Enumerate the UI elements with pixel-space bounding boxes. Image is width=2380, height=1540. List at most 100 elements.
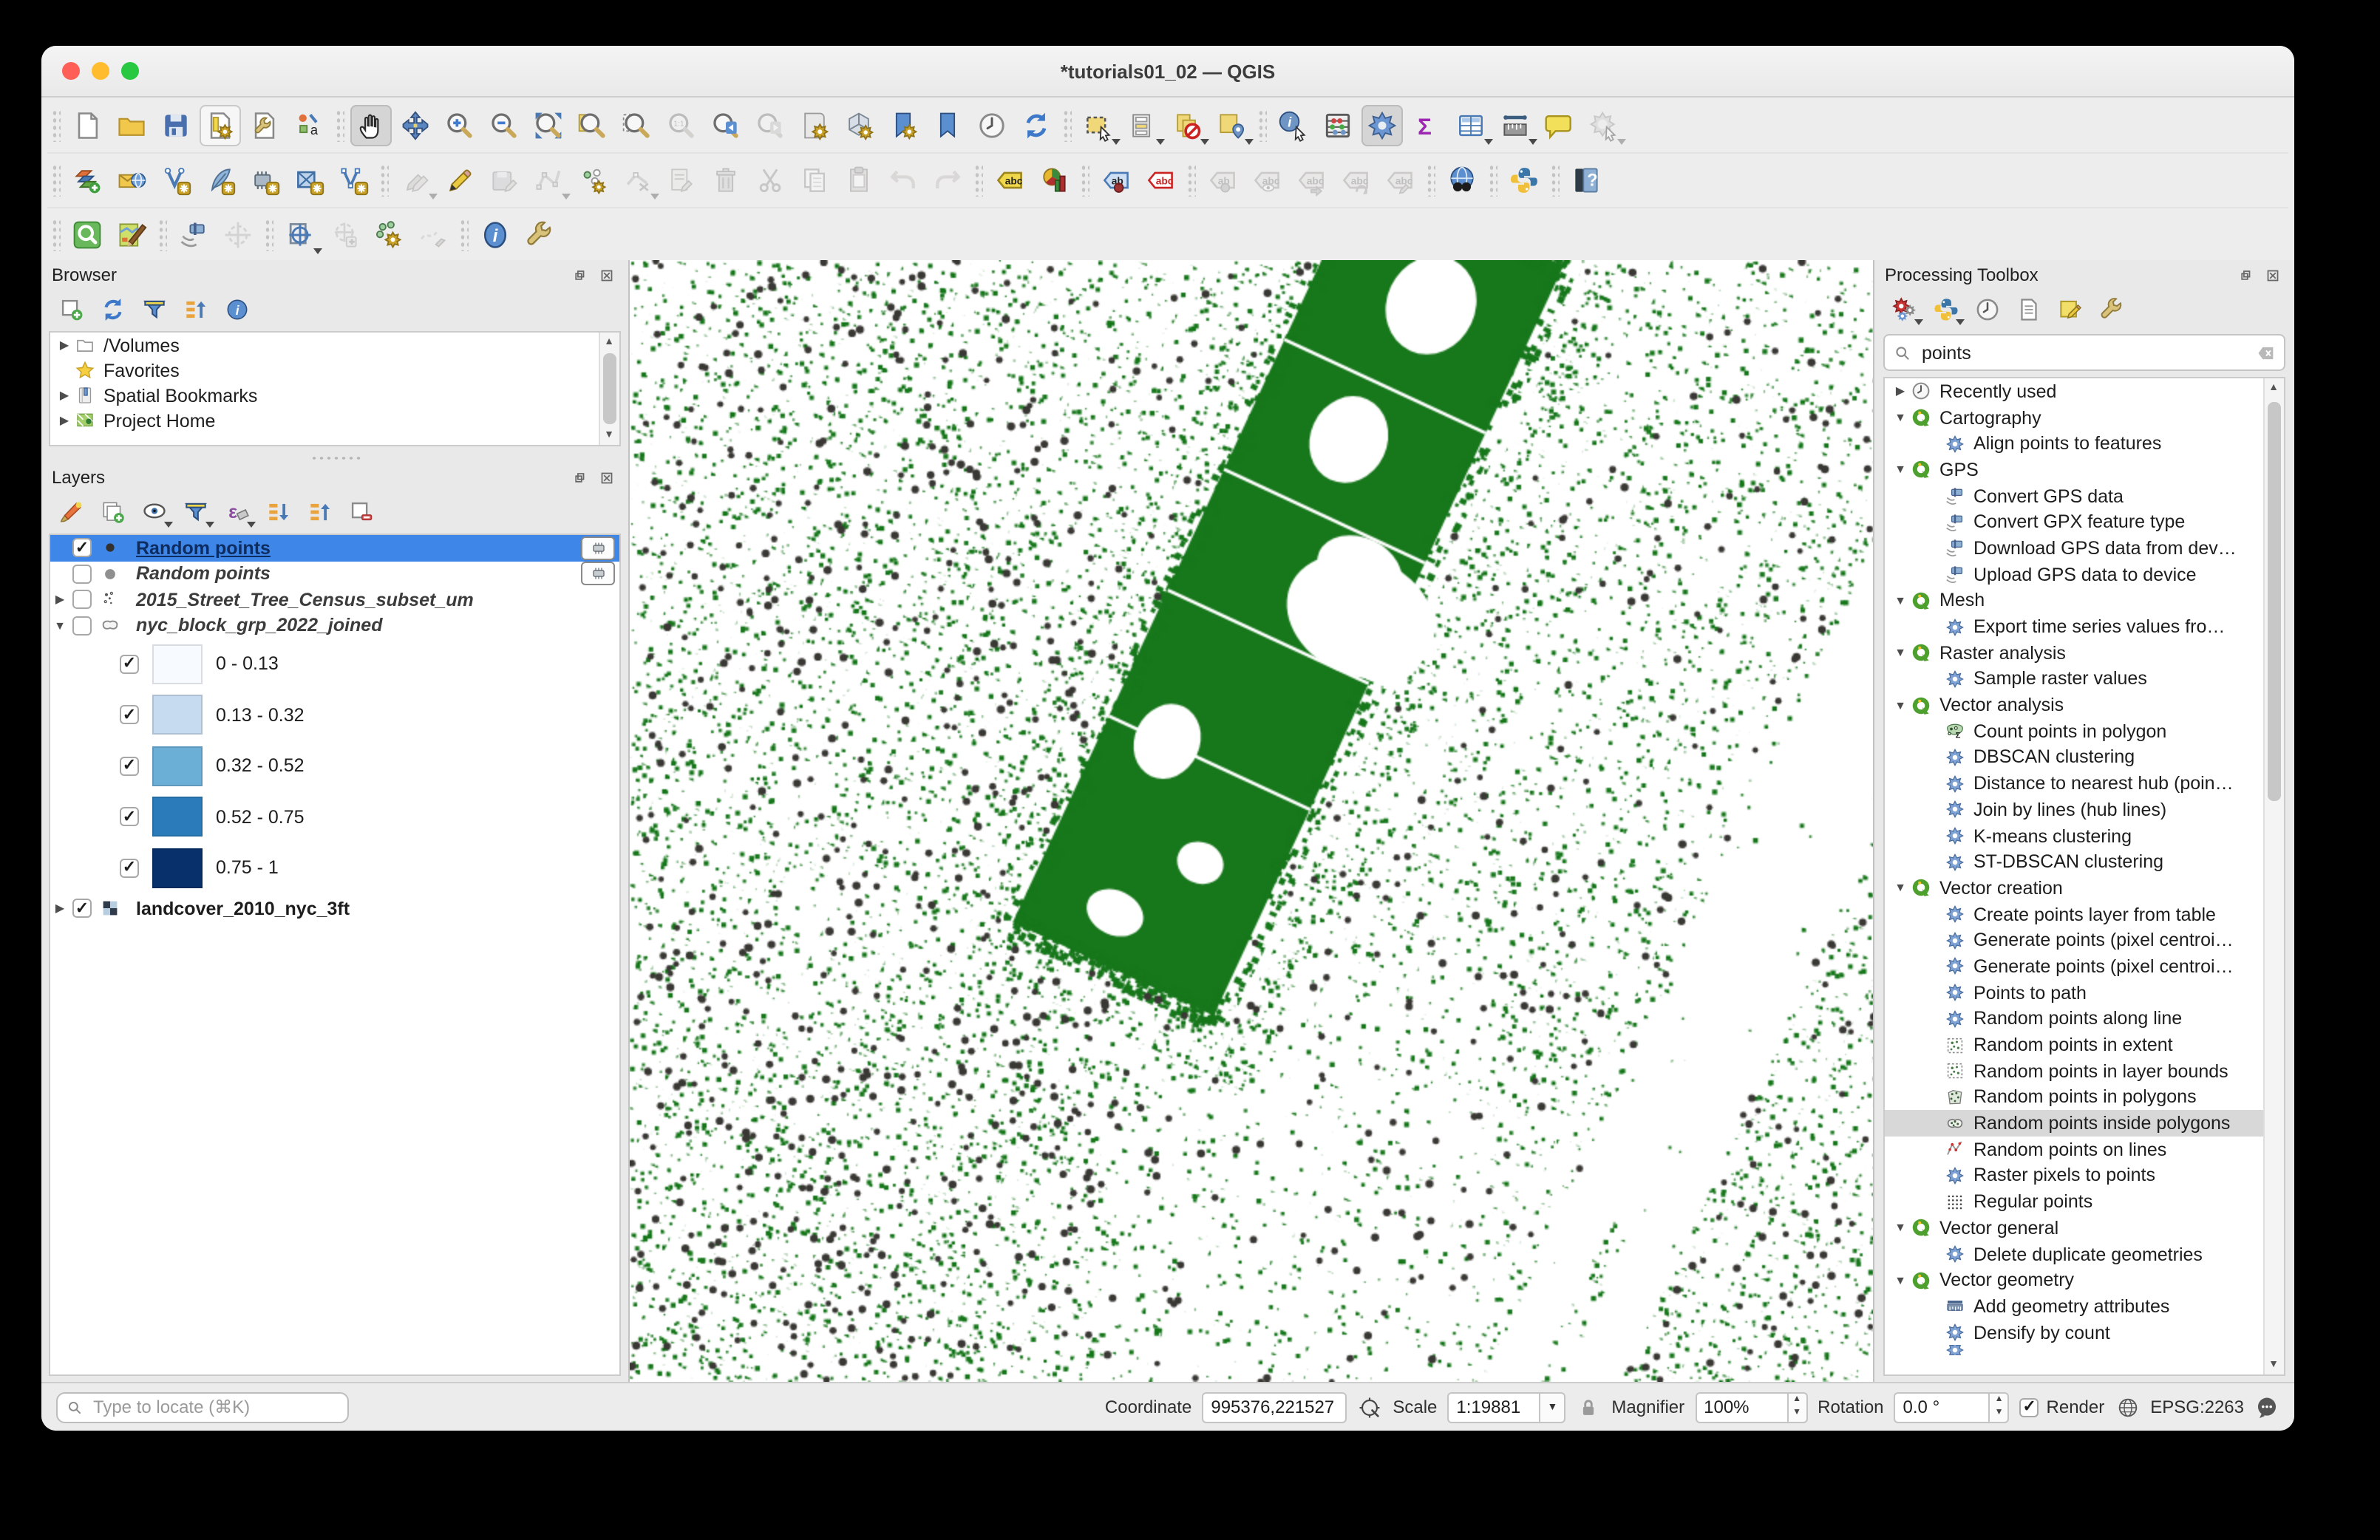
processing-modeler-button[interactable] [1886,291,1922,327]
layer-visibility-checkbox[interactable] [72,899,92,918]
scale-dropdown-button[interactable]: ▼ [1539,1391,1565,1423]
locate-input[interactable] [90,1395,340,1419]
run-feature-action-button[interactable] [1583,105,1625,146]
edit-features-in-place-button[interactable] [2052,291,2087,327]
toolbox-item-convert-gpx-feature-type[interactable]: Convert GPX feature type [1885,509,2284,535]
class-visibility-checkbox[interactable] [120,859,139,878]
tree-expand-arrow[interactable]: ▼ [1891,882,1910,895]
toolbox-item-random-points-in-layer-bounds[interactable]: Random points in layer bounds [1885,1058,2284,1084]
messages-icon[interactable] [2254,1394,2279,1420]
coordinate-input[interactable] [1202,1391,1347,1423]
browser-close-button[interactable] [594,264,618,286]
toolbox-item-add-geometry-attributes[interactable]: Add geometry attributes [1885,1293,2284,1319]
toolbox-item-cartography[interactable]: ▼Cartography [1885,404,2284,430]
new-3d-map-view-button[interactable] [838,105,880,146]
dropdown-arrow-icon[interactable] [164,522,173,528]
stream-digitizing-button[interactable] [412,214,454,256]
layer-visibility-checkbox[interactable] [72,565,92,584]
redo-button[interactable] [927,160,968,201]
highlight-pinned-labels-button[interactable]: abc [1140,160,1181,201]
layer-row-2015-street-tree-census-subset-um[interactable]: ▶2015_Street_Tree_Census_subset_um [50,587,619,613]
memory-layer-indicator-icon[interactable] [581,536,615,560]
processing-scripts-button[interactable] [1928,291,1963,327]
render-toggle[interactable]: Render [2020,1397,2105,1417]
new-project-button[interactable] [67,105,108,146]
map-canvas[interactable] [630,260,1873,1383]
toolbox-item-raster-analysis[interactable]: ▼Raster analysis [1885,640,2284,666]
browser-scrollbar[interactable]: ▲▼ [599,333,619,445]
zoom-to-selection-button[interactable] [616,105,658,146]
rotation-input[interactable] [1894,1391,1989,1423]
new-shapefile-layer-button[interactable] [155,160,197,201]
toolbox-item-vector-analysis[interactable]: ▼Vector analysis [1885,692,2284,718]
toolbox-item-delete-duplicate-geometries[interactable]: Delete duplicate geometries [1885,1241,2284,1267]
filter-legend-button[interactable] [177,494,213,529]
toolbox-item-count-points-in-polygon[interactable]: ΣCount points in polygon [1885,718,2284,744]
metadata-info-button[interactable]: i [475,214,516,256]
close-window-button[interactable] [62,62,80,80]
tree-expand-arrow[interactable]: ▶ [50,593,69,607]
options-button[interactable] [519,214,560,256]
dropdown-arrow-icon[interactable] [562,194,571,200]
rotate-label-button[interactable]: abc [1335,160,1376,201]
toolbox-item-gps[interactable]: ▼GPS [1885,457,2284,483]
gps-digitizing-button[interactable] [368,214,409,256]
tree-expand-arrow[interactable]: ▼ [1891,411,1910,424]
processing-float-button[interactable] [2232,264,2256,286]
copy-features-button[interactable] [794,160,835,201]
extents-icon[interactable] [1357,1394,1382,1420]
new-virtual-layer-button[interactable] [333,160,374,201]
toolbox-item-vector-general[interactable]: ▼Vector general [1885,1215,2284,1241]
toolbox-item-join-by-lines-hub-lines[interactable]: Join by lines (hub lines) [1885,797,2284,822]
toolbox-item-random-points-on-lines[interactable]: Random points on lines [1885,1137,2284,1162]
magnifier-input[interactable] [1695,1391,1786,1423]
add-group-button[interactable] [95,494,130,529]
digitize-with-segment-button[interactable] [528,160,569,201]
statistical-summary-button[interactable] [1317,105,1359,146]
save-layer-edits-button[interactable] [483,160,525,201]
zoom-last-button[interactable] [705,105,747,146]
layer-visibility-checkbox[interactable] [72,616,92,636]
layout-manager-button[interactable] [200,105,241,146]
browser-item-favorites[interactable]: Favorites [50,358,619,383]
move-label-diagram-button[interactable]: abc [1291,160,1332,201]
dropdown-arrow-icon[interactable] [1956,319,1965,325]
paste-features-button[interactable] [838,160,880,201]
memory-layer-indicator-icon[interactable] [581,562,615,586]
toolbox-item-upload-gps-data-to-device[interactable]: Upload GPS data to device [1885,562,2284,587]
toolbox-item-generate-points-pixel-centroi[interactable]: Generate points (pixel centroi… [1885,953,2284,979]
gps-tracking-button[interactable] [217,214,259,256]
toolbox-item-align-points-to-features[interactable]: Align points to features [1885,431,2284,457]
spinner-buttons[interactable]: ▲▼ [1989,1391,2010,1423]
processing-toolbox-toggle-button[interactable] [1361,105,1403,146]
zoom-next-button[interactable] [749,105,791,146]
select-by-value-button[interactable] [1122,105,1163,146]
new-mesh-layer-button[interactable] [288,160,330,201]
toolbox-item-regular-points[interactable]: Regular points [1885,1189,2284,1215]
open-attribute-table-button[interactable] [1450,105,1492,146]
recenter-map-button[interactable] [279,214,321,256]
spinner-buttons[interactable]: ▲▼ [1786,1391,1807,1423]
metasearch-button[interactable] [1441,160,1483,201]
tree-expand-arrow[interactable]: ▶ [50,902,69,915]
legend-class-0-52-0-75[interactable]: 0.52 - 0.75 [50,791,619,842]
data-source-manager-button[interactable] [67,160,108,201]
save-project-button[interactable] [155,105,197,146]
filter-by-expression-button[interactable]: ε [219,494,254,529]
map-tips-button[interactable] [1539,105,1580,146]
python-console-button[interactable] [1503,160,1545,201]
dropdown-arrow-icon[interactable] [1156,139,1165,145]
crs-globe-icon[interactable] [2115,1394,2140,1420]
current-edits-button[interactable] [395,160,436,201]
temporal-controller-button[interactable] [971,105,1013,146]
new-spatial-bookmark-button[interactable] [883,105,924,146]
tree-expand-arrow[interactable]: ▼ [1891,463,1910,477]
class-visibility-checkbox[interactable] [120,757,139,776]
scale-input[interactable] [1447,1391,1539,1423]
toolbox-item-sample-raster-values[interactable]: Sample raster values [1885,666,2284,692]
move-label-button[interactable]: ab [1202,160,1243,201]
legend-class-0-13-0-32[interactable]: 0.13 - 0.32 [50,689,619,740]
gps-information-button[interactable] [173,214,214,256]
toolbox-item-generate-points-pixel-centroi[interactable]: Generate points (pixel centroi… [1885,927,2284,953]
new-geopackage-layer-button[interactable] [111,160,152,201]
